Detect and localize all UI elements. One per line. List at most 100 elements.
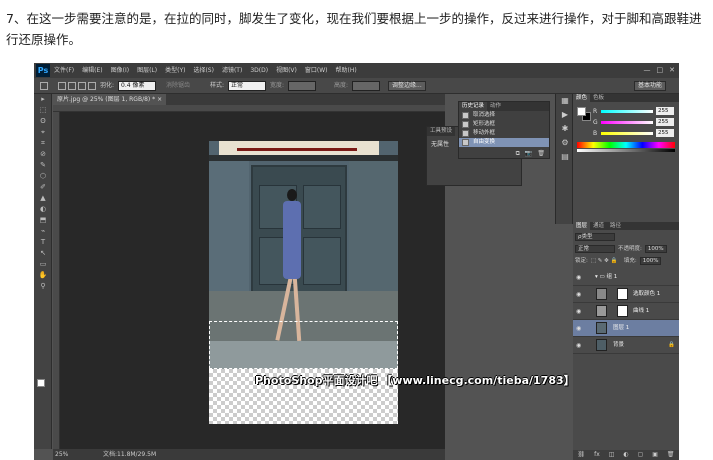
antialias-checkbox[interactable]: 消除锯齿 xyxy=(166,80,190,91)
red-slider[interactable]: R 255 xyxy=(593,107,677,116)
link-layers-icon[interactable]: ⛓ xyxy=(577,450,585,460)
menu-3d[interactable]: 3D(D) xyxy=(250,63,268,78)
tab-history[interactable]: 历史记录 xyxy=(459,102,488,111)
layer-style-icon[interactable]: fx xyxy=(594,450,600,460)
marquee-tool-icon[interactable]: ⬚ xyxy=(34,105,52,116)
brush-tool-icon[interactable]: ⬡ xyxy=(34,171,52,182)
type-tool-icon[interactable]: T xyxy=(34,237,52,248)
shape-tool-icon[interactable]: ▭ xyxy=(34,259,52,270)
menu-select[interactable]: 选择(S) xyxy=(193,63,214,78)
subtract-selection-icon[interactable] xyxy=(78,82,86,90)
histogram-icon[interactable]: ▦ xyxy=(556,94,574,108)
new-selection-icon[interactable] xyxy=(58,82,66,90)
new-adjustment-icon[interactable]: ◐ xyxy=(623,450,628,460)
gradient-tool-icon[interactable]: ⬒ xyxy=(34,215,52,226)
visibility-eye-icon[interactable]: ◉ xyxy=(576,274,581,281)
tab-layers[interactable]: 图层 xyxy=(573,222,591,230)
zoom-level[interactable]: 25% xyxy=(55,449,68,460)
delete-state-icon[interactable]: 🗑 xyxy=(537,150,545,157)
lock-icons[interactable]: ⬚ ✎ ✥ 🔒 xyxy=(591,256,621,266)
new-document-from-state-icon[interactable]: ⧉ xyxy=(516,150,520,157)
width-input[interactable] xyxy=(288,81,316,91)
layer-row-selective-color[interactable]: ◉ 选取颜色 1 xyxy=(573,286,679,303)
blend-mode-select[interactable]: 正常 xyxy=(575,245,615,253)
history-item-deselect[interactable]: 取消选择 xyxy=(459,111,549,120)
visibility-eye-icon[interactable]: ◉ xyxy=(576,291,581,298)
delete-layer-icon[interactable]: 🗑 xyxy=(667,450,675,460)
opacity-input[interactable]: 100% xyxy=(644,245,667,253)
red-value-input[interactable]: 255 xyxy=(656,107,674,115)
fill-input[interactable]: 100% xyxy=(639,257,662,265)
menu-view[interactable]: 视图(V) xyxy=(276,63,297,78)
tab-tool-presets[interactable]: 工具预设 xyxy=(427,127,455,136)
dodge-tool-icon[interactable]: ⌁ xyxy=(34,226,52,237)
color-fg-swatch[interactable] xyxy=(577,107,586,116)
document-tab[interactable]: 原片.jpg @ 25% (图层 1, RGB/8) * × xyxy=(53,94,167,105)
menu-file[interactable]: 文件(F) xyxy=(54,63,74,78)
eyedropper-tool-icon[interactable]: ⊘ xyxy=(34,149,52,160)
clone-stamp-icon[interactable]: ✐ xyxy=(34,182,52,193)
layer-mask-thumbnail[interactable] xyxy=(617,288,628,300)
add-selection-icon[interactable] xyxy=(68,82,76,90)
tab-color[interactable]: 颜色 xyxy=(573,94,591,102)
green-slider[interactable]: G 255 xyxy=(593,118,677,127)
workspace-select[interactable]: 基本功能 xyxy=(634,81,667,91)
menu-window[interactable]: 窗口(W) xyxy=(305,63,328,78)
layer-row-background[interactable]: ◉ 背景 🔒 xyxy=(573,337,679,354)
path-selection-icon[interactable]: ↖ xyxy=(34,248,52,259)
tab-channels[interactable]: 通道 xyxy=(590,222,607,230)
selection-marquee[interactable] xyxy=(209,321,398,369)
menu-image[interactable]: 图像(I) xyxy=(111,63,129,78)
zoom-tool-icon[interactable]: ⚲ xyxy=(34,281,52,292)
close-tab-icon[interactable]: × xyxy=(157,96,162,103)
history-item-free-transform[interactable]: 自由变换 xyxy=(459,138,549,147)
menu-edit[interactable]: 编辑(E) xyxy=(82,63,102,78)
visibility-eye-icon[interactable]: ◉ xyxy=(576,342,581,349)
layer-row-curves[interactable]: ◉ 曲线 1 xyxy=(573,303,679,320)
menu-type[interactable]: 类型(Y) xyxy=(165,63,185,78)
menu-help[interactable]: 帮助(H) xyxy=(336,63,357,78)
eraser-tool-icon[interactable]: ◐ xyxy=(34,204,52,215)
style-select[interactable]: 正常 xyxy=(228,81,266,91)
refine-edge-button[interactable]: 调整边缘... xyxy=(388,81,426,91)
grayscale-ramp[interactable] xyxy=(577,149,675,152)
minimize-button[interactable]: — xyxy=(644,66,651,75)
healing-brush-icon[interactable]: ✎ xyxy=(34,160,52,171)
color-spectrum[interactable] xyxy=(577,142,675,148)
feather-input[interactable]: 0.4 像素 xyxy=(118,81,156,91)
layer-mask-thumbnail[interactable] xyxy=(617,305,628,317)
tab-swatches[interactable]: 色板 xyxy=(590,94,607,102)
history-item-move-outline[interactable]: 移动外框 xyxy=(459,129,549,138)
visibility-eye-icon[interactable]: ◉ xyxy=(576,325,581,332)
blue-slider[interactable]: B 255 xyxy=(593,129,677,138)
add-mask-icon[interactable]: ◫ xyxy=(609,450,615,460)
tab-paths[interactable]: 路径 xyxy=(607,222,624,230)
close-button[interactable]: ✕ xyxy=(669,66,675,75)
quick-select-tool-icon[interactable]: ⌖ xyxy=(34,127,52,138)
history-item-rect-marquee[interactable]: 矩形选框 xyxy=(459,120,549,129)
info-icon[interactable]: ▤ xyxy=(556,150,574,164)
new-group-icon[interactable]: ▢ xyxy=(638,450,644,460)
new-snapshot-icon[interactable]: 📷 xyxy=(525,150,532,157)
history-brush-icon[interactable]: ▲ xyxy=(34,193,52,204)
maximize-button[interactable]: □ xyxy=(657,66,664,75)
crop-tool-icon[interactable]: ⌗ xyxy=(34,138,52,149)
blue-value-input[interactable]: 255 xyxy=(656,129,674,137)
layer-row-layer1[interactable]: ◉ 图层 1 xyxy=(573,320,679,337)
play-actions-icon[interactable]: ▶ xyxy=(556,108,574,122)
green-value-input[interactable]: 255 xyxy=(656,118,674,126)
adjustments-icon[interactable]: ⚙ xyxy=(556,136,574,150)
brush-presets-icon[interactable]: ✱ xyxy=(556,122,574,136)
intersect-selection-icon[interactable] xyxy=(88,82,96,90)
tab-actions[interactable]: 动作 xyxy=(487,102,504,111)
marquee-tool-icon[interactable] xyxy=(40,82,48,90)
height-input[interactable] xyxy=(352,81,380,91)
lasso-tool-icon[interactable]: ʘ xyxy=(34,116,52,127)
foreground-color-swatch[interactable] xyxy=(37,379,45,387)
new-layer-icon[interactable]: ▣ xyxy=(652,450,658,460)
menu-layer[interactable]: 图层(L) xyxy=(137,63,157,78)
layer-row-group[interactable]: ◉ ▾ ▭ 组 1 xyxy=(573,269,679,286)
layer-filter-select[interactable]: ρ类型 xyxy=(575,233,615,241)
hand-tool-icon[interactable]: ✋ xyxy=(34,270,52,281)
move-tool-icon[interactable]: ▸ xyxy=(34,94,52,105)
